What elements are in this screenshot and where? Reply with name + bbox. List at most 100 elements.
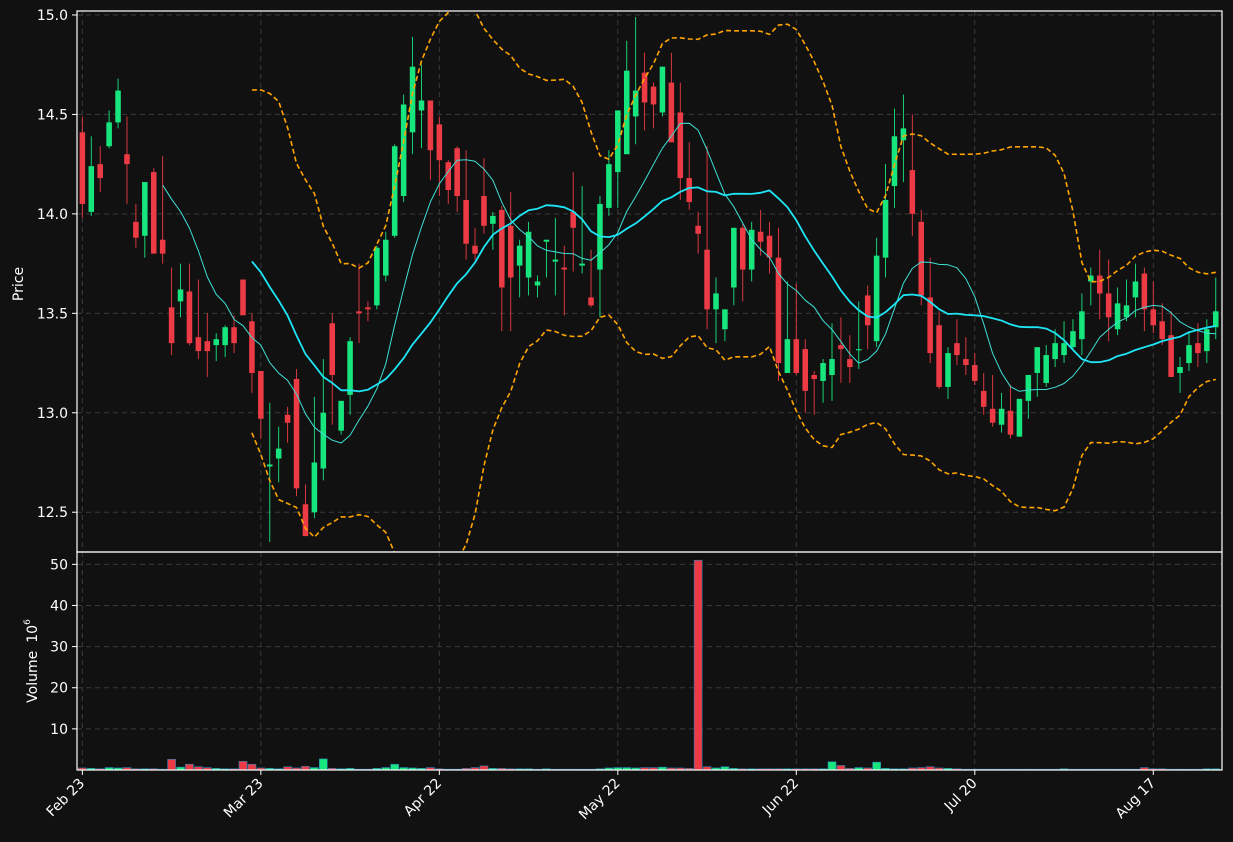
candle-body [963,359,969,366]
candle-body [677,112,684,179]
candle-body [838,345,844,350]
candle-body [1132,281,1139,298]
volume-axis-label-exponent: 6 [23,619,33,625]
volume-bar [167,759,176,771]
candle-body [757,231,764,242]
candle-body [1070,331,1076,348]
candle-body [356,311,362,314]
candle-body [320,412,327,469]
candle-body [222,327,228,346]
volume-bar [693,559,703,771]
candle-body [249,321,255,373]
candle-body [695,225,701,234]
stock-chart: 12.513.013.514.014.515.0 1020304050 Feb … [0,0,1233,842]
volume-bar [836,765,846,771]
candle-body [418,100,425,111]
candle-body [882,199,889,258]
candle-body [615,110,621,173]
candle-body [1016,398,1023,437]
price-axis-label: Price [11,267,27,301]
candle-body [1096,275,1103,294]
candle-body [972,365,978,381]
candle-body [275,448,282,459]
volume-bar [390,763,400,771]
candle-body [302,504,309,537]
candle-body [311,462,318,513]
candle-body [231,327,237,344]
candle-body [1186,345,1192,364]
candle-body [133,221,139,238]
candle-body [641,72,648,103]
candle-body [472,245,478,254]
candle-body [1141,273,1148,310]
candle-body [659,66,666,113]
candle-body [499,209,505,288]
candle-body [936,325,942,387]
volume-bar [827,761,837,771]
candle-body [856,349,862,351]
candle-body [168,307,175,344]
candle-body [88,166,95,212]
candle-body [784,339,791,373]
candle-body [97,164,103,179]
candle-body [391,146,398,236]
candle-body [1168,335,1174,377]
candle-body [1150,309,1157,326]
candle-body [1052,343,1058,360]
candle-body [177,289,184,302]
candle-body [989,408,996,423]
candle-body [552,259,559,262]
candle-body [1123,305,1130,318]
candle-body [106,122,112,147]
candle-body [534,281,541,286]
candle-body [1195,343,1201,354]
candle-body [1212,311,1219,328]
candle-body [516,245,523,266]
volume-axis-label-base: 10 [25,625,41,643]
candle-body [142,182,148,236]
price-y-tick-label: 14.0 [37,207,68,223]
candle-body [998,408,1005,425]
candle-body [365,307,371,310]
candle-body [481,195,487,226]
candle-body [507,225,514,278]
volume-bar [247,763,257,771]
candle-body [1043,355,1049,383]
volume-y-tick-label: 20 [50,681,68,697]
candle-body [731,227,737,288]
candle-body [454,148,460,196]
candle-body [1079,311,1085,340]
candle-body [338,400,344,431]
candle-body [811,374,817,379]
candle-body [204,341,211,352]
candle-body [722,309,728,330]
candle-body [490,215,496,224]
candle-body [927,297,933,354]
candle-body [561,267,568,270]
candle-body [802,349,808,391]
candle-body [195,337,202,352]
candle-body [543,239,550,242]
volume-bar [318,758,328,771]
candle-body [1177,367,1183,373]
candle-body [650,86,657,105]
candle-body [909,170,916,214]
price-y-tick-label: 13.0 [37,406,68,422]
candle-body [918,221,925,296]
candle-body [284,414,291,423]
candle-body [213,339,219,346]
candle-body [329,323,336,375]
price-y-tick-label: 14.5 [37,107,68,123]
candle-body [945,353,951,387]
volume-bar [238,761,248,771]
price-y-tick-label: 15.0 [37,8,68,24]
volume-y-tick-label: 30 [50,640,68,656]
candle-body [267,464,273,467]
candle-body [115,90,121,123]
candle-body [588,297,594,306]
volume-bar [185,763,194,771]
candle-body [980,390,987,407]
volume-bar [872,761,881,771]
candle-body [847,359,853,368]
volume-y-tick-label: 10 [50,722,68,738]
